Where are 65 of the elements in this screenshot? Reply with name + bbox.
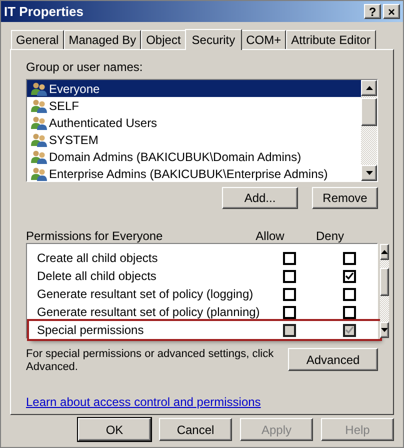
user-name: SYSTEM bbox=[49, 132, 98, 148]
user-name: Authenticated Users bbox=[49, 114, 158, 132]
tab[interactable]: COM+ bbox=[241, 30, 286, 49]
scroll-thumb[interactable] bbox=[361, 98, 377, 126]
users-label: Group or user names: bbox=[26, 59, 144, 76]
checkbox[interactable] bbox=[283, 252, 296, 264]
user-name: Domain Admins (BAKICUBUK\Domain Admins) bbox=[49, 148, 302, 166]
user-list-item[interactable]: SELF bbox=[27, 97, 361, 114]
checkbox[interactable] bbox=[343, 270, 356, 282]
dialog-button[interactable]: OK bbox=[78, 418, 151, 441]
close-button[interactable]: × bbox=[383, 4, 400, 19]
user-name: Everyone bbox=[49, 80, 100, 98]
dialog-button[interactable]: Cancel bbox=[159, 418, 232, 441]
advanced-hint: For special permissions or advanced settings, click Advanced. bbox=[26, 348, 275, 374]
user-list-item[interactable]: Enterprise Admins (BAKICUBUK\Enterprise Admins) bbox=[27, 165, 361, 181]
down-arrow-icon bbox=[366, 171, 372, 175]
up-arrow-icon bbox=[380, 250, 388, 254]
add-button[interactable]: Add... bbox=[222, 187, 298, 209]
tab[interactable]: General bbox=[11, 30, 64, 49]
checkbox[interactable] bbox=[343, 288, 356, 300]
scroll-up-button[interactable] bbox=[361, 80, 377, 96]
permission-name: Generate resultant set of policy (planning) bbox=[37, 304, 260, 321]
check-icon bbox=[345, 272, 354, 280]
scroll-up-button[interactable] bbox=[380, 244, 389, 260]
checkbox[interactable] bbox=[283, 288, 296, 300]
user-list-item[interactable]: Everyone bbox=[27, 80, 361, 97]
checkbox[interactable] bbox=[283, 270, 296, 282]
users-icon bbox=[31, 82, 47, 96]
permissions-label: Permissions for Everyone bbox=[26, 228, 164, 243]
remove-button[interactable]: Remove bbox=[312, 187, 378, 209]
user-list-item[interactable]: Authenticated Users bbox=[27, 114, 361, 131]
scroll-down-button[interactable] bbox=[361, 165, 377, 181]
user-name: SELF bbox=[49, 98, 80, 114]
permission-name: Delete all child objects bbox=[37, 268, 158, 285]
scroll-thumb[interactable] bbox=[380, 268, 389, 296]
tab[interactable]: Attribute Editor bbox=[286, 30, 376, 49]
permission-name: Create all child objects bbox=[37, 250, 159, 267]
permission-name: Special permissions bbox=[37, 322, 145, 339]
check-icon bbox=[345, 326, 354, 334]
users-icon bbox=[31, 116, 47, 130]
tab[interactable]: Security bbox=[184, 29, 242, 50]
users-icon bbox=[31, 98, 47, 112]
permission-name: Generate resultant set of policy (logging) bbox=[37, 286, 254, 303]
column-header: Deny bbox=[314, 228, 345, 243]
user-name: Enterprise Admins (BAKICUBUK\Enterprise Admins) bbox=[49, 166, 328, 181]
checkbox[interactable] bbox=[283, 306, 296, 318]
scrollbar[interactable] bbox=[380, 244, 389, 338]
checkbox[interactable] bbox=[343, 306, 356, 318]
down-arrow-icon bbox=[380, 328, 388, 332]
user-list-item[interactable]: Domain Admins (BAKICUBUK\Domain Admins) bbox=[27, 148, 361, 165]
column-header: Allow bbox=[254, 228, 286, 243]
tab[interactable]: Object bbox=[141, 30, 186, 49]
help-link[interactable]: Learn about access control and permissions bbox=[26, 393, 261, 411]
users-icon bbox=[31, 166, 47, 180]
user-list-item[interactable]: SYSTEM bbox=[27, 131, 361, 148]
scroll-down-button[interactable] bbox=[380, 322, 389, 338]
checkbox[interactable] bbox=[343, 252, 356, 264]
window-title: IT Properties bbox=[4, 2, 84, 21]
up-arrow-icon bbox=[366, 86, 372, 90]
help-button[interactable]: ? bbox=[364, 4, 381, 19]
users-icon bbox=[31, 132, 47, 146]
tab[interactable]: Managed By bbox=[64, 30, 142, 49]
scrollbar[interactable] bbox=[361, 80, 377, 181]
advanced-button[interactable]: Advanced bbox=[288, 348, 378, 371]
users-icon bbox=[31, 150, 47, 164]
